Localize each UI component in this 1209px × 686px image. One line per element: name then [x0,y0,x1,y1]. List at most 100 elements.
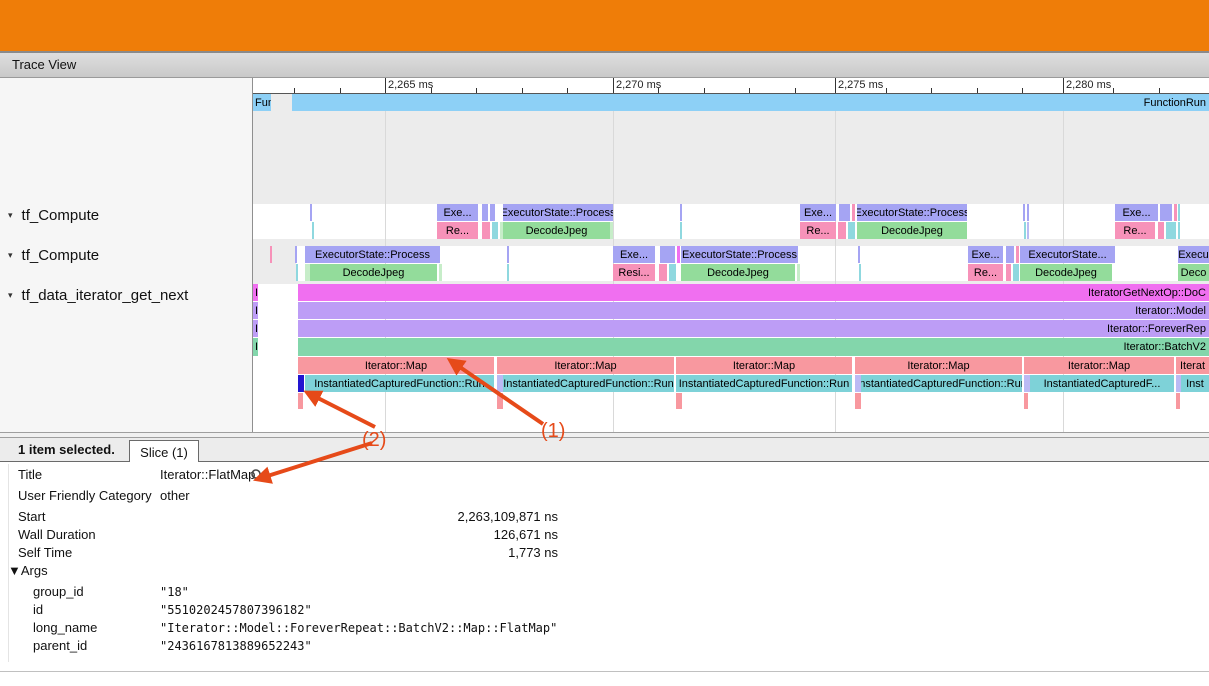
trace-event[interactable]: Iterator::ForeverRep [298,320,1209,337]
trace-event[interactable] [296,264,298,281]
trace-event[interactable]: DecodeJpeg [310,264,437,281]
trace-event[interactable] [1178,204,1180,221]
detail-arg-value: "2436167813889652243" [160,639,312,653]
trace-event[interactable] [1027,222,1029,239]
trace-event[interactable] [312,222,314,239]
sidebar-item-tf-compute-2[interactable]: ▾tf_Compute [8,245,99,265]
sidebar-item-tf-compute-1[interactable]: ▾tf_Compute [8,205,99,225]
trace-event[interactable] [497,393,503,409]
trace-event[interactable] [659,264,667,281]
trace-event[interactable]: Re... [1115,222,1155,239]
trace-event[interactable]: I [253,320,258,337]
search-icon[interactable] [250,468,264,482]
trace-event[interactable]: ExecutorState::Process [503,204,613,221]
trace-event[interactable]: Re... [437,222,478,239]
trace-event[interactable] [310,204,312,221]
trace-event[interactable] [610,222,613,239]
trace-event[interactable]: DecodeJpeg [681,264,795,281]
trace-event[interactable] [507,246,509,263]
trace-event[interactable] [852,204,855,221]
trace-event[interactable] [797,264,800,281]
trace-event[interactable] [660,246,675,263]
trace-event[interactable] [858,246,860,263]
trace-event[interactable] [439,264,442,281]
trace-event[interactable] [1006,264,1011,281]
trace-event[interactable]: ExecutorState::Process [857,204,967,221]
trace-event[interactable]: Iterator::Map [1024,357,1174,374]
trace-event[interactable] [507,264,509,281]
trace-event[interactable]: Exe... [968,246,1003,263]
trace-event[interactable]: InstantiatedCapturedFunction::Run [676,375,852,392]
trace-event[interactable] [492,222,498,239]
trace-event[interactable]: Iterator::Map [676,357,852,374]
trace-event[interactable]: Exe... [1115,204,1158,221]
trace-event[interactable] [1023,204,1025,221]
trace-event[interactable] [1176,393,1180,409]
trace-event[interactable] [1013,264,1019,281]
trace-event[interactable]: Resi... [613,264,655,281]
trace-event[interactable] [1024,393,1028,409]
trace-event[interactable]: Iterat [1176,357,1209,374]
trace-event[interactable]: Iterator::Model [298,302,1209,319]
trace-event[interactable]: DecodeJpeg [1020,264,1112,281]
selected-trace-event[interactable] [298,375,304,392]
trace-event[interactable] [1178,222,1180,239]
trace-event[interactable] [680,204,682,221]
trace-event[interactable] [1016,246,1019,263]
trace-event[interactable]: DecodeJpeg [503,222,610,239]
trace-event[interactable] [1024,222,1026,239]
trace-event[interactable]: Iterator::Map [855,357,1022,374]
trace-event[interactable]: Exe... [437,204,478,221]
trace-event[interactable] [859,264,861,281]
trace-event[interactable]: Inst [1181,375,1209,392]
trace-event[interactable]: InstantiatedCapturedFunction::Run [861,375,1022,392]
trace-event[interactable] [676,393,682,409]
trace-event[interactable] [1174,204,1177,221]
trace-event[interactable] [839,204,850,221]
trace-event[interactable]: IteratorGetNextOp::DoC [298,284,1209,301]
trace-event[interactable]: Re... [800,222,836,239]
trace-event[interactable] [1166,222,1176,239]
trace-event[interactable] [1027,204,1029,221]
trace-event[interactable]: ExecutorState... [1020,246,1115,263]
trace-event[interactable]: I [253,338,258,356]
trace-event[interactable]: ExecutorState::Process [305,246,440,263]
trace-event[interactable] [490,204,495,221]
trace-event[interactable]: InstantiatedCapturedF... [1030,375,1174,392]
trace-event[interactable]: Iterator::BatchV2 [298,338,1209,356]
trace-event[interactable] [855,393,861,409]
trace-event[interactable] [669,264,676,281]
trace-event[interactable]: DecodeJpeg [857,222,967,239]
trace-event[interactable] [1160,204,1172,221]
trace-event[interactable]: Re... [968,264,1003,281]
trace-event[interactable]: FunctionRun [292,94,1209,111]
trace-event[interactable]: InstantiatedCapturedFunction::Run [305,375,494,392]
trace-event[interactable]: Iterator::Map [298,357,494,374]
detail-row: User Friendly Categoryother [0,488,600,506]
trace-event[interactable] [1158,222,1164,239]
trace-event[interactable] [677,246,680,263]
tab-slice[interactable]: Slice (1) [129,440,199,463]
trace-event[interactable]: Exe... [613,246,655,263]
trace-event[interactable]: ExecutorState::Process [681,246,798,263]
trace-event[interactable]: Deco [1178,264,1209,281]
trace-event[interactable]: I [253,302,258,319]
trace-event[interactable] [482,204,488,221]
trace-event[interactable] [848,222,855,239]
trace-event[interactable] [680,222,682,239]
trace-event[interactable] [838,222,846,239]
trace-event[interactable] [270,246,272,263]
trace-event[interactable]: Execu [1178,246,1209,263]
trace-event[interactable] [295,246,297,263]
trace-event[interactable] [482,222,490,239]
timeline-canvas[interactable]: 2,265 ms2,270 ms2,275 ms2,280 ms FunFunc… [253,78,1209,432]
trace-event[interactable]: InstantiatedCapturedFunction::Run [503,375,674,392]
trace-event[interactable]: Exe... [800,204,836,221]
trace-event[interactable]: Fun [253,94,271,111]
sidebar-item-tf-data-iterator-get-next[interactable]: ▾tf_data_iterator_get_next [8,285,188,305]
trace-event[interactable] [298,393,303,409]
trace-event[interactable]: Iterator::Map [497,357,674,374]
trace-event[interactable] [1006,246,1014,263]
trace-event[interactable]: I [253,284,258,301]
detail-label: Start [18,509,45,524]
